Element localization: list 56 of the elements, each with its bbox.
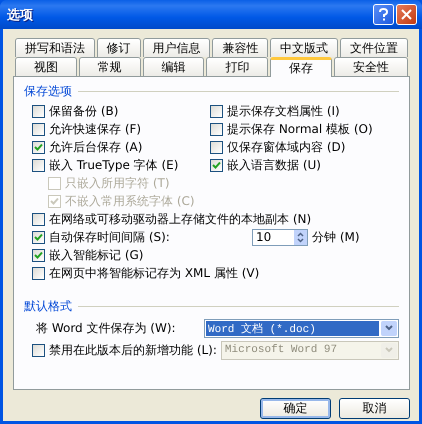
checkbox-label: 只嵌入所用字符 (T): [65, 174, 170, 192]
spin-arrows-icon[interactable]: [294, 230, 307, 244]
checkbox-label: 自动保存时间间隔 (S):: [49, 228, 170, 246]
tab[interactable]: 中文版式: [270, 38, 338, 57]
group-title: 默认格式: [24, 298, 72, 315]
window-title: 选项: [7, 6, 33, 24]
tab[interactable]: 拼写和语法: [15, 38, 95, 57]
checkbox-label: 嵌入语言数据 (U): [227, 156, 321, 174]
tab[interactable]: 编辑: [142, 57, 204, 76]
checkbox[interactable]: [210, 140, 223, 154]
tab[interactable]: 安全性: [334, 57, 408, 76]
checkbox-label: 在网络或可移动驱动器上存储文件的本地副本 (N): [49, 210, 312, 228]
checkbox[interactable]: [210, 104, 223, 118]
spin-field[interactable]: 10: [252, 228, 308, 246]
check-icon: [212, 160, 221, 170]
checkbox-label: 保留备份 (B): [49, 102, 118, 120]
close-button[interactable]: [396, 4, 417, 25]
check-icon: [50, 196, 59, 206]
tab[interactable]: 兼容性: [212, 38, 268, 57]
dialog-button[interactable]: 取消: [339, 398, 410, 419]
checkbox[interactable]: [210, 158, 223, 172]
unit-label: 分钟 (M): [312, 228, 360, 246]
checkbox[interactable]: [32, 104, 45, 118]
tab[interactable]: 用户信息: [142, 38, 210, 57]
checkbox[interactable]: [32, 248, 45, 262]
question-mark-icon: [378, 8, 389, 21]
check-icon: [34, 142, 43, 152]
tab[interactable]: 常规: [78, 57, 141, 76]
checkbox-label: 仅保存窗体域内容 (D): [227, 138, 346, 156]
tab[interactable]: 保存: [270, 57, 332, 77]
checkbox-label: 允许后台保存 (A): [49, 138, 142, 156]
checkbox[interactable]: [32, 158, 45, 172]
checkbox[interactable]: [32, 122, 45, 136]
checkbox[interactable]: [32, 266, 45, 280]
checkbox-label: 不嵌入常用系统字体 (C): [65, 192, 195, 210]
help-button[interactable]: [373, 4, 394, 25]
checkbox[interactable]: [32, 230, 45, 244]
tab[interactable]: 视图: [15, 57, 77, 76]
close-icon: [401, 9, 412, 20]
dropdown-field[interactable]: Word 文档 (*.doc): [204, 318, 399, 338]
checkbox-label: 提示保存文档属性 (I): [227, 102, 340, 120]
tab[interactable]: 文件位置: [340, 38, 408, 57]
tab[interactable]: 打印: [206, 57, 268, 76]
checkbox-label: 允许快速保存 (F): [49, 120, 142, 138]
checkbox-label: 禁用在此版本后的新增功能 (L):: [49, 342, 217, 358]
checkbox[interactable]: [32, 212, 45, 226]
checkbox-label: 嵌入 TrueType 字体 (E): [49, 156, 178, 174]
checkbox-label: 在网页中将智能标记存为 XML 属性 (V): [49, 264, 260, 282]
checkbox-label: 嵌入智能标记 (G): [49, 246, 144, 264]
field-label: 将 Word 文件保存为 (W):: [35, 320, 177, 336]
checkbox[interactable]: [210, 122, 223, 136]
dialog-button[interactable]: 确定: [260, 398, 331, 419]
checkbox[interactable]: [32, 140, 45, 154]
checkbox-label: 提示保存 Normal 模板 (O): [227, 120, 373, 138]
group-title: 保存选项: [24, 83, 72, 100]
tab[interactable]: 修订: [96, 38, 141, 57]
